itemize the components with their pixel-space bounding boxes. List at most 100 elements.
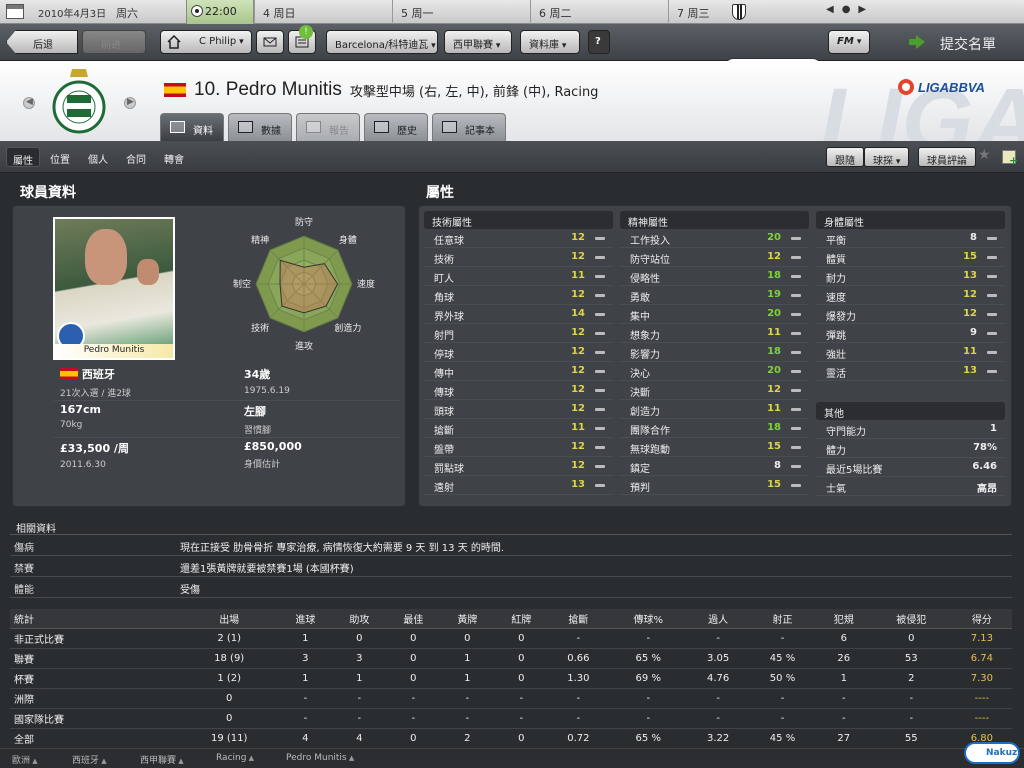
technical-attribute-row[interactable]: 角球 12 — [424, 286, 613, 305]
technical-attribute-row[interactable]: 傳中 12 — [424, 362, 613, 381]
technical-attribute-row[interactable]: 搶斷 11 — [424, 419, 613, 438]
stats-column-header[interactable]: 最佳 — [386, 609, 441, 629]
schedule-day[interactable]: 6 周二 — [530, 0, 668, 24]
mental-attribute-row[interactable]: 勇敢 19 — [620, 286, 809, 305]
liga-bbva-logo[interactable]: LIGABBVA — [896, 73, 996, 101]
technical-attribute-row[interactable]: 界外球 14 — [424, 305, 613, 324]
tab-stats[interactable]: 數據 — [228, 113, 292, 141]
table-row[interactable]: 非正式比賽 2 (1) 1 0 0 0 0- - - -6 0 7.13 — [10, 628, 1012, 649]
stats-column-header[interactable]: 助攻 — [332, 609, 387, 629]
schedule-day[interactable]: 4 周日 — [254, 0, 392, 24]
physical-attribute-row[interactable]: 速度 12 — [816, 286, 1005, 305]
breadcrumb-item[interactable]: Racing — [216, 753, 254, 763]
club-menu-button[interactable]: Barcelona/科特迪瓦 — [326, 30, 438, 54]
club-crest-icon[interactable] — [52, 67, 106, 135]
physical-attribute-row[interactable]: 強壯 11 — [816, 343, 1005, 362]
table-row[interactable]: 全部 19 (11) 4 4 0 2 0 0.72 65 % 3.22 45 % 27 55 6.80 — [10, 728, 1012, 749]
database-menu-button[interactable]: 資料庫 — [520, 30, 580, 54]
back-button[interactable]: 后退 — [6, 30, 78, 54]
stats-column-header[interactable]: 過人 — [688, 609, 749, 629]
add-note-icon[interactable] — [1002, 150, 1018, 167]
inbox-button[interactable] — [256, 30, 284, 54]
follow-button[interactable]: 跟隨 — [826, 147, 864, 167]
calendar-navigation[interactable]: ◀●▶ — [826, 4, 874, 15]
mental-attribute-row[interactable]: 預判 15 — [620, 476, 809, 495]
table-row[interactable]: 杯賽 1 (2) 1 1 0 1 0 1.30 69 % 4.76 50 % 1 2 7.30 — [10, 668, 1012, 689]
tab-profile[interactable]: 資料 — [160, 113, 224, 141]
other-attribute-row[interactable]: 士氣 高昂 — [816, 477, 1005, 496]
breadcrumb-item[interactable]: 西班牙 — [72, 753, 107, 766]
other-attribute-row[interactable]: 守門能力 1 — [816, 420, 1005, 439]
schedule-day[interactable]: 5 周一 — [392, 0, 530, 24]
stats-column-header[interactable]: 被侵犯 — [870, 609, 952, 629]
technical-attribute-row[interactable]: 任意球 12 — [424, 229, 613, 248]
previous-player-button[interactable] — [23, 97, 35, 109]
subnav-contract[interactable]: 合同 — [120, 147, 152, 167]
mental-attribute-row[interactable]: 無球跑動 15 — [620, 438, 809, 457]
mental-attribute-row[interactable]: 工作投入 20 — [620, 229, 809, 248]
scout-button[interactable]: 球探 — [864, 147, 910, 167]
subnav-personal[interactable]: 個人 — [82, 147, 114, 167]
table-row[interactable]: 聯賽 18 (9) 3 3 0 1 0 0.66 65 % 3.05 45 % 26 53 6.74 — [10, 648, 1012, 669]
competition-menu-button[interactable]: 西甲聯賽 — [444, 30, 512, 54]
mental-attribute-row[interactable]: 團隊合作 18 — [620, 419, 809, 438]
subnav-positions[interactable]: 位置 — [44, 147, 76, 167]
physical-attribute-row[interactable]: 耐力 13 — [816, 267, 1005, 286]
calendar-icon[interactable] — [6, 4, 24, 19]
stats-column-header[interactable]: 黃牌 — [440, 609, 495, 629]
mental-attribute-row[interactable]: 侵略性 18 — [620, 267, 809, 286]
help-button[interactable]: ? — [588, 30, 610, 54]
technical-attribute-row[interactable]: 盯人 11 — [424, 267, 613, 286]
mental-attribute-row[interactable]: 鎮定 8 — [620, 457, 809, 476]
technical-attribute-row[interactable]: 盤帶 12 — [424, 438, 613, 457]
opponent-crest-icon[interactable] — [732, 4, 746, 20]
stats-column-header[interactable]: 紅牌 — [494, 609, 549, 629]
other-attribute-row[interactable]: 最近5場比賽 6.46 — [816, 458, 1005, 477]
subnav-attributes[interactable]: 屬性 — [6, 147, 40, 167]
current-time-slot[interactable]: 22:00 — [186, 0, 254, 24]
technical-attribute-row[interactable]: 射門 12 — [424, 324, 613, 343]
stats-column-header[interactable]: 搶斷 — [548, 609, 609, 629]
star-icon[interactable]: ★ — [978, 147, 991, 163]
stats-column-header[interactable]: 犯規 — [816, 609, 871, 629]
stats-column-header[interactable]: 傳球% — [608, 609, 689, 629]
next-player-button[interactable] — [124, 97, 136, 109]
stats-column-header[interactable]: 得分 — [951, 609, 1012, 629]
mental-attribute-row[interactable]: 想象力 11 — [620, 324, 809, 343]
stats-column-header[interactable]: 進球 — [278, 609, 333, 629]
mental-attribute-row[interactable]: 集中 20 — [620, 305, 809, 324]
mental-attribute-row[interactable]: 創造力 11 — [620, 400, 809, 419]
submit-team-button[interactable]: 提交名單 — [896, 24, 1024, 61]
mental-attribute-row[interactable]: 決心 20 — [620, 362, 809, 381]
stats-column-header[interactable]: 射正 — [748, 609, 817, 629]
forward-button[interactable]: 前进 — [82, 30, 146, 54]
stats-column-header[interactable]: 出場 — [180, 609, 279, 629]
subnav-transfer[interactable]: 轉會 — [158, 147, 190, 167]
fm-menu-button[interactable]: FM — [828, 30, 870, 54]
physical-attribute-row[interactable]: 靈活 13 — [816, 362, 1005, 381]
technical-attribute-row[interactable]: 傳球 12 — [424, 381, 613, 400]
mental-attribute-row[interactable]: 防守站位 12 — [620, 248, 809, 267]
table-row[interactable]: 洲際 0- - - - - - - - - - - ---- — [10, 688, 1012, 709]
mental-attribute-row[interactable]: 決斷 12 — [620, 381, 809, 400]
other-attribute-row[interactable]: 體力 78% — [816, 439, 1005, 458]
technical-attribute-row[interactable]: 技術 12 — [424, 248, 613, 267]
breadcrumb-item[interactable]: 西甲聯賽 — [140, 753, 184, 766]
tab-history[interactable]: 歷史 — [364, 113, 428, 141]
tab-notebook[interactable]: 記事本 — [432, 113, 506, 141]
mental-attribute-row[interactable]: 影響力 18 — [620, 343, 809, 362]
tab-report[interactable]: 報告 — [296, 113, 360, 141]
physical-attribute-row[interactable]: 爆發力 12 — [816, 305, 1005, 324]
player-comment-button[interactable]: 球員評論 — [918, 147, 976, 167]
breadcrumb-item[interactable]: 歐洲 — [12, 753, 38, 766]
physical-attribute-row[interactable]: 彈跳 9 — [816, 324, 1005, 343]
technical-attribute-row[interactable]: 停球 12 — [424, 343, 613, 362]
physical-attribute-row[interactable]: 體質 15 — [816, 248, 1005, 267]
technical-attribute-row[interactable]: 頭球 12 — [424, 400, 613, 419]
manager-menu-button[interactable]: C Philip — [160, 30, 252, 54]
player-photo[interactable]: Pedro Munitis — [53, 217, 175, 360]
breadcrumb-item[interactable]: Pedro Munitis — [286, 753, 354, 763]
table-row[interactable]: 國家隊比賽 0- - - - - - - - - - - ---- — [10, 708, 1012, 729]
news-button[interactable]: ! — [288, 25, 316, 54]
physical-attribute-row[interactable]: 平衡 8 — [816, 229, 1005, 248]
